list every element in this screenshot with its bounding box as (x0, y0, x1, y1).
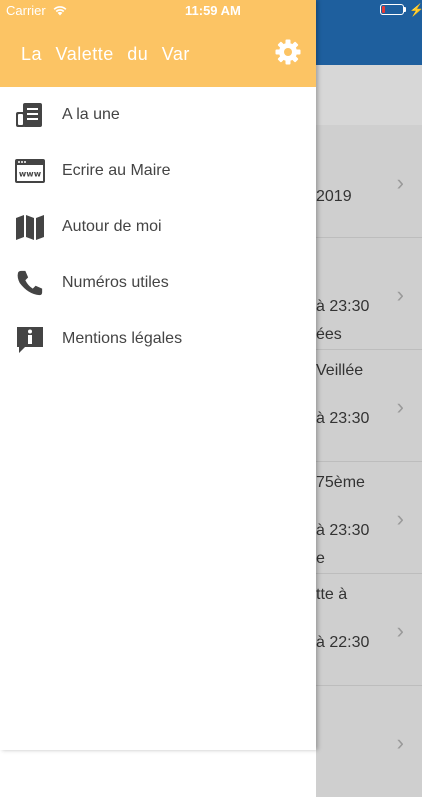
battery-cap (404, 7, 406, 12)
chevron-right-icon: › (396, 170, 404, 195)
status-bar: Carrier 11:59 AM ⚡ (0, 0, 422, 22)
chevron-right-icon: › (396, 506, 404, 531)
list-item-line2: à 23:30 (316, 298, 370, 315)
list-item[interactable]: 2019 › (316, 126, 422, 238)
svg-text:www: www (19, 170, 42, 179)
list-item-line1: 75ème (316, 474, 365, 491)
list-item[interactable]: 75ème à 23:30 e › (316, 462, 422, 574)
carrier-label: Carrier (6, 3, 46, 18)
list-item-line2: à 23:30 (316, 410, 370, 427)
www-window-icon: www (15, 157, 45, 185)
wifi-icon (52, 3, 68, 21)
list-item[interactable]: à 23:30 ées › (316, 238, 422, 350)
menu-item-label: Mentions légales (62, 330, 183, 347)
chevron-right-icon: › (396, 730, 404, 755)
list-item-line1: Veillée (316, 362, 364, 379)
menu-item-mentions-legales[interactable]: Mentions légales (0, 311, 316, 367)
charging-bolt-icon: ⚡ (409, 3, 422, 17)
list-item[interactable]: tte à à 22:30 › (316, 574, 422, 686)
list-item-line2: à 23:30 (316, 522, 370, 539)
battery-icon (380, 4, 404, 15)
drawer-title: La Valette du Var (21, 44, 190, 64)
list-item-line1: tte à (316, 586, 348, 603)
menu-item-label: A la une (62, 106, 120, 123)
menu-item-ecrire-au-maire[interactable]: www Ecrire au Maire (0, 143, 316, 199)
newspaper-icon (15, 101, 45, 129)
map-icon (15, 213, 45, 241)
chevron-right-icon: › (396, 618, 404, 643)
menu-item-numeros-utiles[interactable]: Numéros utiles (0, 255, 316, 311)
info-bubble-icon (15, 325, 45, 353)
menu-item-autour-de-moi[interactable]: Autour de moi (0, 199, 316, 255)
list-item[interactable]: Veillée à 23:30 › (316, 350, 422, 462)
list-item-line3: e (316, 550, 325, 567)
clock-label: 11:59 AM (185, 3, 241, 18)
drawer-menu: A la une www Ecrire au Maire Autour de m… (0, 87, 316, 367)
list-item-line2: à 22:30 (316, 634, 370, 651)
list-item-line2: 2019 (316, 188, 352, 205)
menu-item-label: Numéros utiles (62, 274, 169, 291)
menu-item-a-la-une[interactable]: A la une (0, 87, 316, 143)
list-item[interactable]: › (316, 686, 422, 797)
gear-icon[interactable] (274, 38, 302, 66)
side-drawer: La Valette du Var A la une www Ecrire au… (0, 0, 316, 750)
menu-item-label: Autour de moi (62, 218, 162, 235)
chevron-right-icon: › (396, 394, 404, 419)
phone-icon (15, 269, 45, 297)
chevron-right-icon: › (396, 282, 404, 307)
menu-item-label: Ecrire au Maire (62, 162, 171, 179)
list-item-line3: ées (316, 326, 342, 343)
